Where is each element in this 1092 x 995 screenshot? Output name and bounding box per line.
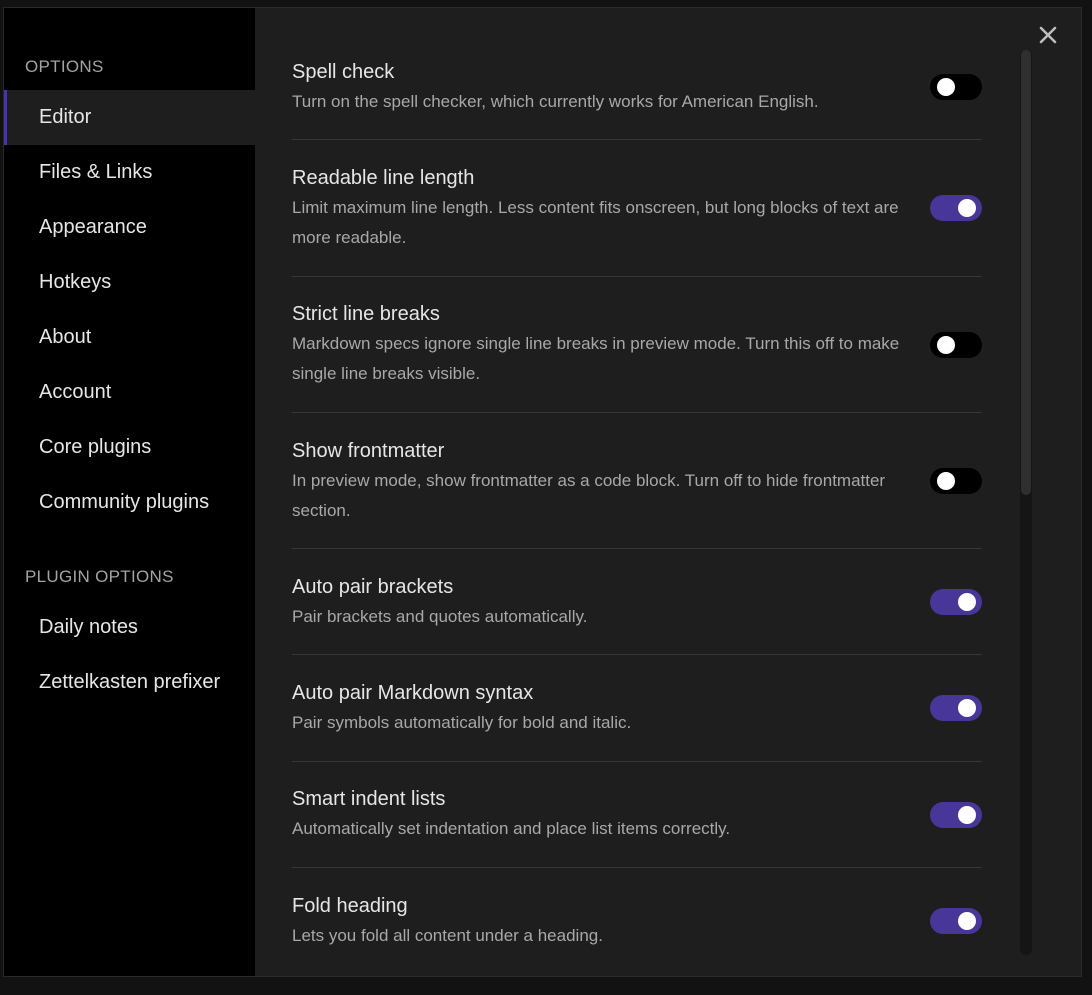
settings-modal: OPTIONS Editor Files & Links Appearance …	[3, 7, 1082, 977]
setting-spell-check: Spell check Turn on the spell checker, w…	[292, 8, 982, 140]
setting-strict-line-breaks: Strict line breaks Markdown specs ignore…	[292, 277, 982, 413]
toggle-knob	[937, 78, 955, 96]
setting-name: Readable line length	[292, 167, 475, 189]
sidebar-item-appearance[interactable]: Appearance	[4, 200, 255, 255]
setting-description: Markdown specs ignore single line breaks…	[292, 334, 900, 383]
setting-fold-heading: Fold heading Lets you fold all content u…	[292, 868, 982, 974]
spell-check-toggle[interactable]	[930, 74, 982, 100]
scrollbar-thumb[interactable]	[1021, 50, 1031, 495]
sidebar-item-about[interactable]: About	[4, 310, 255, 365]
sidebar-item-community-plugins[interactable]: Community plugins	[4, 475, 255, 530]
setting-name: Show frontmatter	[292, 440, 445, 462]
settings-content: Spell check Turn on the spell checker, w…	[255, 8, 1081, 976]
smart-indent-lists-toggle[interactable]	[930, 802, 982, 828]
close-icon[interactable]	[1035, 22, 1061, 48]
setting-name: Spell check	[292, 61, 395, 83]
toggle-knob	[958, 593, 976, 611]
setting-show-frontmatter: Show frontmatter In preview mode, show f…	[292, 413, 982, 549]
auto-pair-markdown-syntax-toggle[interactable]	[930, 695, 982, 721]
settings-sidebar: OPTIONS Editor Files & Links Appearance …	[4, 8, 255, 976]
setting-description: Limit maximum line length. Less content …	[292, 198, 899, 247]
options-heading: OPTIONS	[25, 57, 104, 76]
auto-pair-brackets-toggle[interactable]	[930, 589, 982, 615]
setting-description: Automatically set indentation and place …	[292, 819, 731, 838]
setting-auto-pair-brackets: Auto pair brackets Pair brackets and quo…	[292, 549, 982, 655]
sidebar-item-core-plugins[interactable]: Core plugins	[4, 420, 255, 475]
sidebar-item-account[interactable]: Account	[4, 365, 255, 420]
setting-description: Turn on the spell checker, which current…	[292, 92, 819, 111]
sidebar-item-editor[interactable]: Editor	[4, 90, 255, 145]
settings-scrollbar[interactable]	[1020, 50, 1032, 955]
sidebar-item-daily-notes[interactable]: Daily notes	[4, 600, 255, 655]
strict-line-breaks-toggle[interactable]	[930, 332, 982, 358]
toggle-knob	[937, 472, 955, 490]
setting-name: Auto pair Markdown syntax	[292, 682, 534, 704]
setting-description: Pair symbols automatically for bold and …	[292, 713, 632, 732]
setting-name: Smart indent lists	[292, 788, 446, 810]
sidebar-item-hotkeys[interactable]: Hotkeys	[4, 255, 255, 310]
toggle-knob	[958, 199, 976, 217]
readable-line-length-toggle[interactable]	[930, 195, 982, 221]
sidebar-item-zettelkasten-prefixer[interactable]: Zettelkasten prefixer	[4, 655, 255, 710]
setting-auto-pair-markdown-syntax: Auto pair Markdown syntax Pair symbols a…	[292, 655, 982, 762]
setting-name: Auto pair brackets	[292, 576, 454, 598]
setting-readable-line-length: Readable line length Limit maximum line …	[292, 140, 982, 277]
setting-name: Fold heading	[292, 895, 408, 917]
toggle-knob	[958, 699, 976, 717]
setting-description: Pair brackets and quotes automatically.	[292, 607, 588, 626]
close-icon-glyph	[1039, 26, 1057, 44]
toggle-knob	[958, 806, 976, 824]
plugin-options-heading: PLUGIN OPTIONS	[25, 567, 174, 586]
toggle-knob	[937, 336, 955, 354]
setting-description: In preview mode, show frontmatter as a c…	[292, 471, 886, 520]
toggle-knob	[958, 912, 976, 930]
setting-description: Lets you fold all content under a headin…	[292, 926, 603, 945]
show-frontmatter-toggle[interactable]	[930, 468, 982, 494]
setting-smart-indent-lists: Smart indent lists Automatically set ind…	[292, 762, 982, 868]
setting-name: Strict line breaks	[292, 303, 440, 325]
fold-heading-toggle[interactable]	[930, 908, 982, 934]
sidebar-item-files-links[interactable]: Files & Links	[4, 145, 255, 200]
